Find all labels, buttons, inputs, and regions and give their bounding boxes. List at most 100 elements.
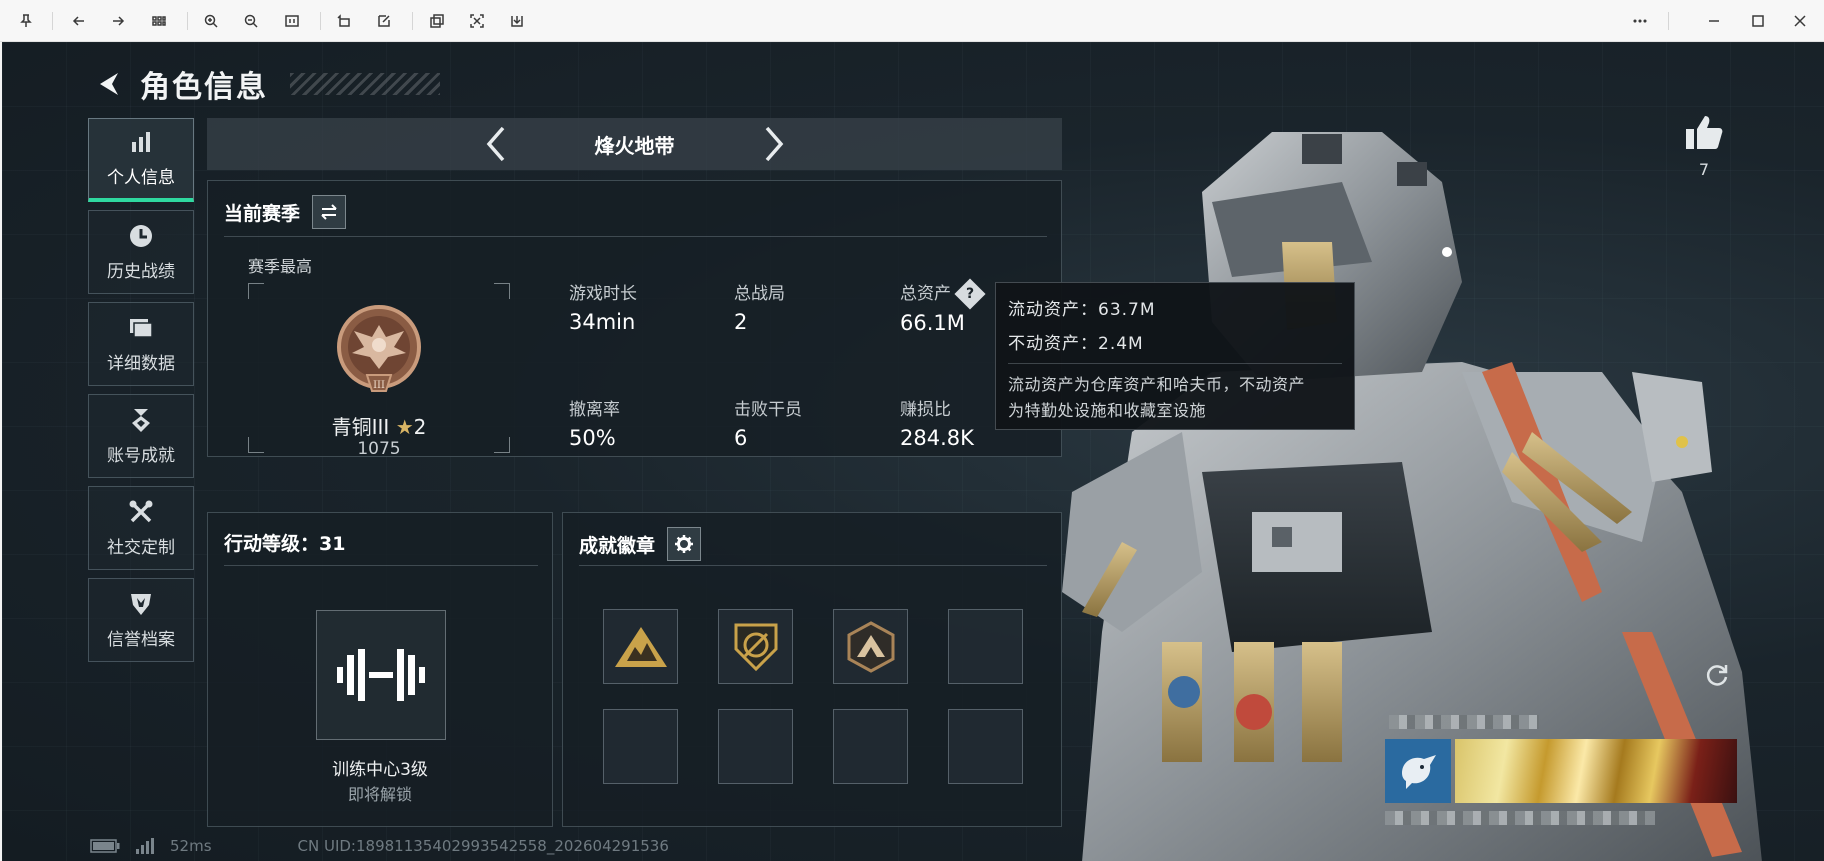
player-banner [1455, 739, 1737, 803]
badges-title: 成就徽章 [579, 534, 656, 557]
help-icon[interactable]: ? [954, 278, 986, 310]
badge-slot-4[interactable] [948, 609, 1023, 684]
stat-value: 6 [734, 426, 748, 450]
badge-slot-3[interactable] [833, 609, 908, 684]
season-header: 当前赛季 [224, 195, 347, 229]
stat-label: 游戏时长 [569, 284, 637, 304]
copy-icon[interactable] [425, 9, 449, 33]
badge-slot-1[interactable] [603, 609, 678, 684]
assets-note-line-2: 为特勤处设施和收藏室设施 [1008, 401, 1207, 420]
badge-slot-6[interactable] [718, 709, 793, 784]
stat-value: 50% [569, 426, 616, 450]
side-navigation: 个人信息 历史战绩 详细数据 账号成就 社交定制 信誉档案 [88, 118, 194, 670]
refresh-icon[interactable] [1704, 662, 1730, 688]
mode-title: 烽火地带 [594, 133, 675, 158]
level-name: 训练中心3级 [332, 760, 428, 780]
stat-play-time: 游戏时长 34min [569, 279, 637, 334]
star-icon: ★ [395, 415, 414, 439]
badge-slot-8[interactable] [948, 709, 1023, 784]
assets-note-line-1: 流动资产为仓库资产和哈夫币，不动资产 [1008, 375, 1306, 394]
nav-item-personal-info[interactable]: 个人信息 [88, 118, 194, 202]
stat-label: 总战局 [734, 284, 785, 304]
ping-value: 52ms [170, 837, 212, 855]
fixed-assets-text: 不动资产：2.4M [1008, 334, 1144, 354]
like-count: 7 [1698, 160, 1710, 179]
mode-prev-button[interactable] [482, 124, 510, 164]
nav-label: 详细数据 [107, 353, 175, 374]
zoom-in-icon[interactable] [199, 9, 223, 33]
nav-item-reputation-file[interactable]: 信誉档案 [88, 578, 194, 662]
game-screen: 角色信息 个人信息 历史战绩 详细数据 账号成就 社交定制 信誉档案 烽火地带 … [2, 42, 1824, 861]
stat-label: 总资产? [900, 278, 986, 310]
svg-text:III: III [373, 380, 385, 391]
level-header: 行动等级：31 [224, 529, 345, 556]
stat-value: 34min [569, 310, 636, 334]
stat-label: 击败干员 [734, 400, 802, 420]
crop-icon[interactable] [465, 9, 489, 33]
season-title: 当前赛季 [224, 202, 301, 225]
nav-item-match-history[interactable]: 历史战绩 [88, 210, 194, 294]
badge-slot-2[interactable] [718, 609, 793, 684]
forward-icon[interactable] [106, 9, 130, 33]
stat-profit-loss-ratio: 赚损比 284.8K [900, 395, 974, 450]
gear-icon [675, 535, 694, 553]
status-footer: 52ms CN UID:18981135402993542558_2026042… [90, 837, 669, 855]
like-button[interactable]: 7 [1682, 114, 1726, 179]
tools-icon [129, 500, 153, 522]
rotate-icon[interactable] [332, 9, 356, 33]
badge-slot-5[interactable] [603, 709, 678, 784]
back-icon[interactable] [67, 9, 91, 33]
edit-icon[interactable] [372, 9, 396, 33]
badges-divider [579, 565, 1047, 566]
stat-total-matches: 总战局 2 [734, 279, 785, 334]
nav-item-detailed-data[interactable]: 详细数据 [88, 302, 194, 386]
save-icon[interactable] [505, 9, 529, 33]
season-divider [224, 236, 1047, 237]
grid-icon[interactable] [147, 9, 171, 33]
stat-value: 2 [734, 310, 748, 334]
mode-next-button[interactable] [760, 124, 788, 164]
stat-extraction-rate: 撤离率 50% [569, 395, 620, 450]
toolbar-divider [412, 12, 413, 30]
nav-label: 社交定制 [107, 537, 175, 558]
player-uid: CN UID:18981135402993542558_202604291536 [297, 837, 669, 855]
dumbbell-icon [337, 649, 425, 701]
season-switch-button[interactable] [312, 195, 347, 229]
medal-icon [132, 408, 150, 432]
badge-slot-7[interactable] [833, 709, 908, 784]
close-icon[interactable] [1788, 9, 1812, 33]
nav-item-social-customization[interactable]: 社交定制 [88, 486, 194, 570]
nav-item-account-achievements[interactable]: 账号成就 [88, 394, 194, 478]
level-divider [224, 565, 538, 566]
player-card[interactable] [1385, 707, 1737, 849]
training-center-badge[interactable] [316, 610, 446, 740]
stat-label-text: 总资产 [900, 284, 951, 304]
blurred-player-name [1389, 715, 1539, 729]
more-icon[interactable] [1628, 9, 1652, 33]
rank-stars: 2 [413, 415, 427, 439]
rank-tier: 青铜III [331, 415, 390, 439]
minimize-icon[interactable] [1702, 9, 1726, 33]
title-decoration [290, 73, 440, 95]
shield-icon [131, 593, 151, 615]
rank-score: 1075 [357, 439, 401, 459]
badges-settings-button[interactable] [667, 527, 702, 561]
season-best-label: 赛季最高 [248, 257, 313, 276]
mountain-badge-icon [847, 620, 894, 673]
maximize-icon[interactable] [1746, 9, 1770, 33]
battery-icon [90, 839, 120, 853]
nav-label: 信誉档案 [107, 629, 175, 650]
liquid-assets-text: 流动资产：63.7M [1008, 300, 1156, 320]
blurred-player-info [1385, 811, 1655, 825]
tooltip-divider [1008, 363, 1342, 364]
total-assets-tooltip: 流动资产：63.7M 不动资产：2.4M 流动资产为仓库资产和哈夫币，不动资产 … [995, 282, 1355, 430]
thumbs-up-icon [1686, 116, 1723, 149]
back-arrow-icon[interactable] [92, 67, 126, 101]
zoom-out-icon[interactable] [239, 9, 263, 33]
nav-label: 个人信息 [107, 168, 175, 188]
rank-name: 青铜III ★2 [248, 411, 510, 440]
actual-size-icon[interactable] [280, 9, 304, 33]
folder-icon [130, 318, 153, 338]
pin-icon[interactable] [14, 9, 38, 33]
achievement-badges-panel: 成就徽章 [562, 512, 1062, 827]
